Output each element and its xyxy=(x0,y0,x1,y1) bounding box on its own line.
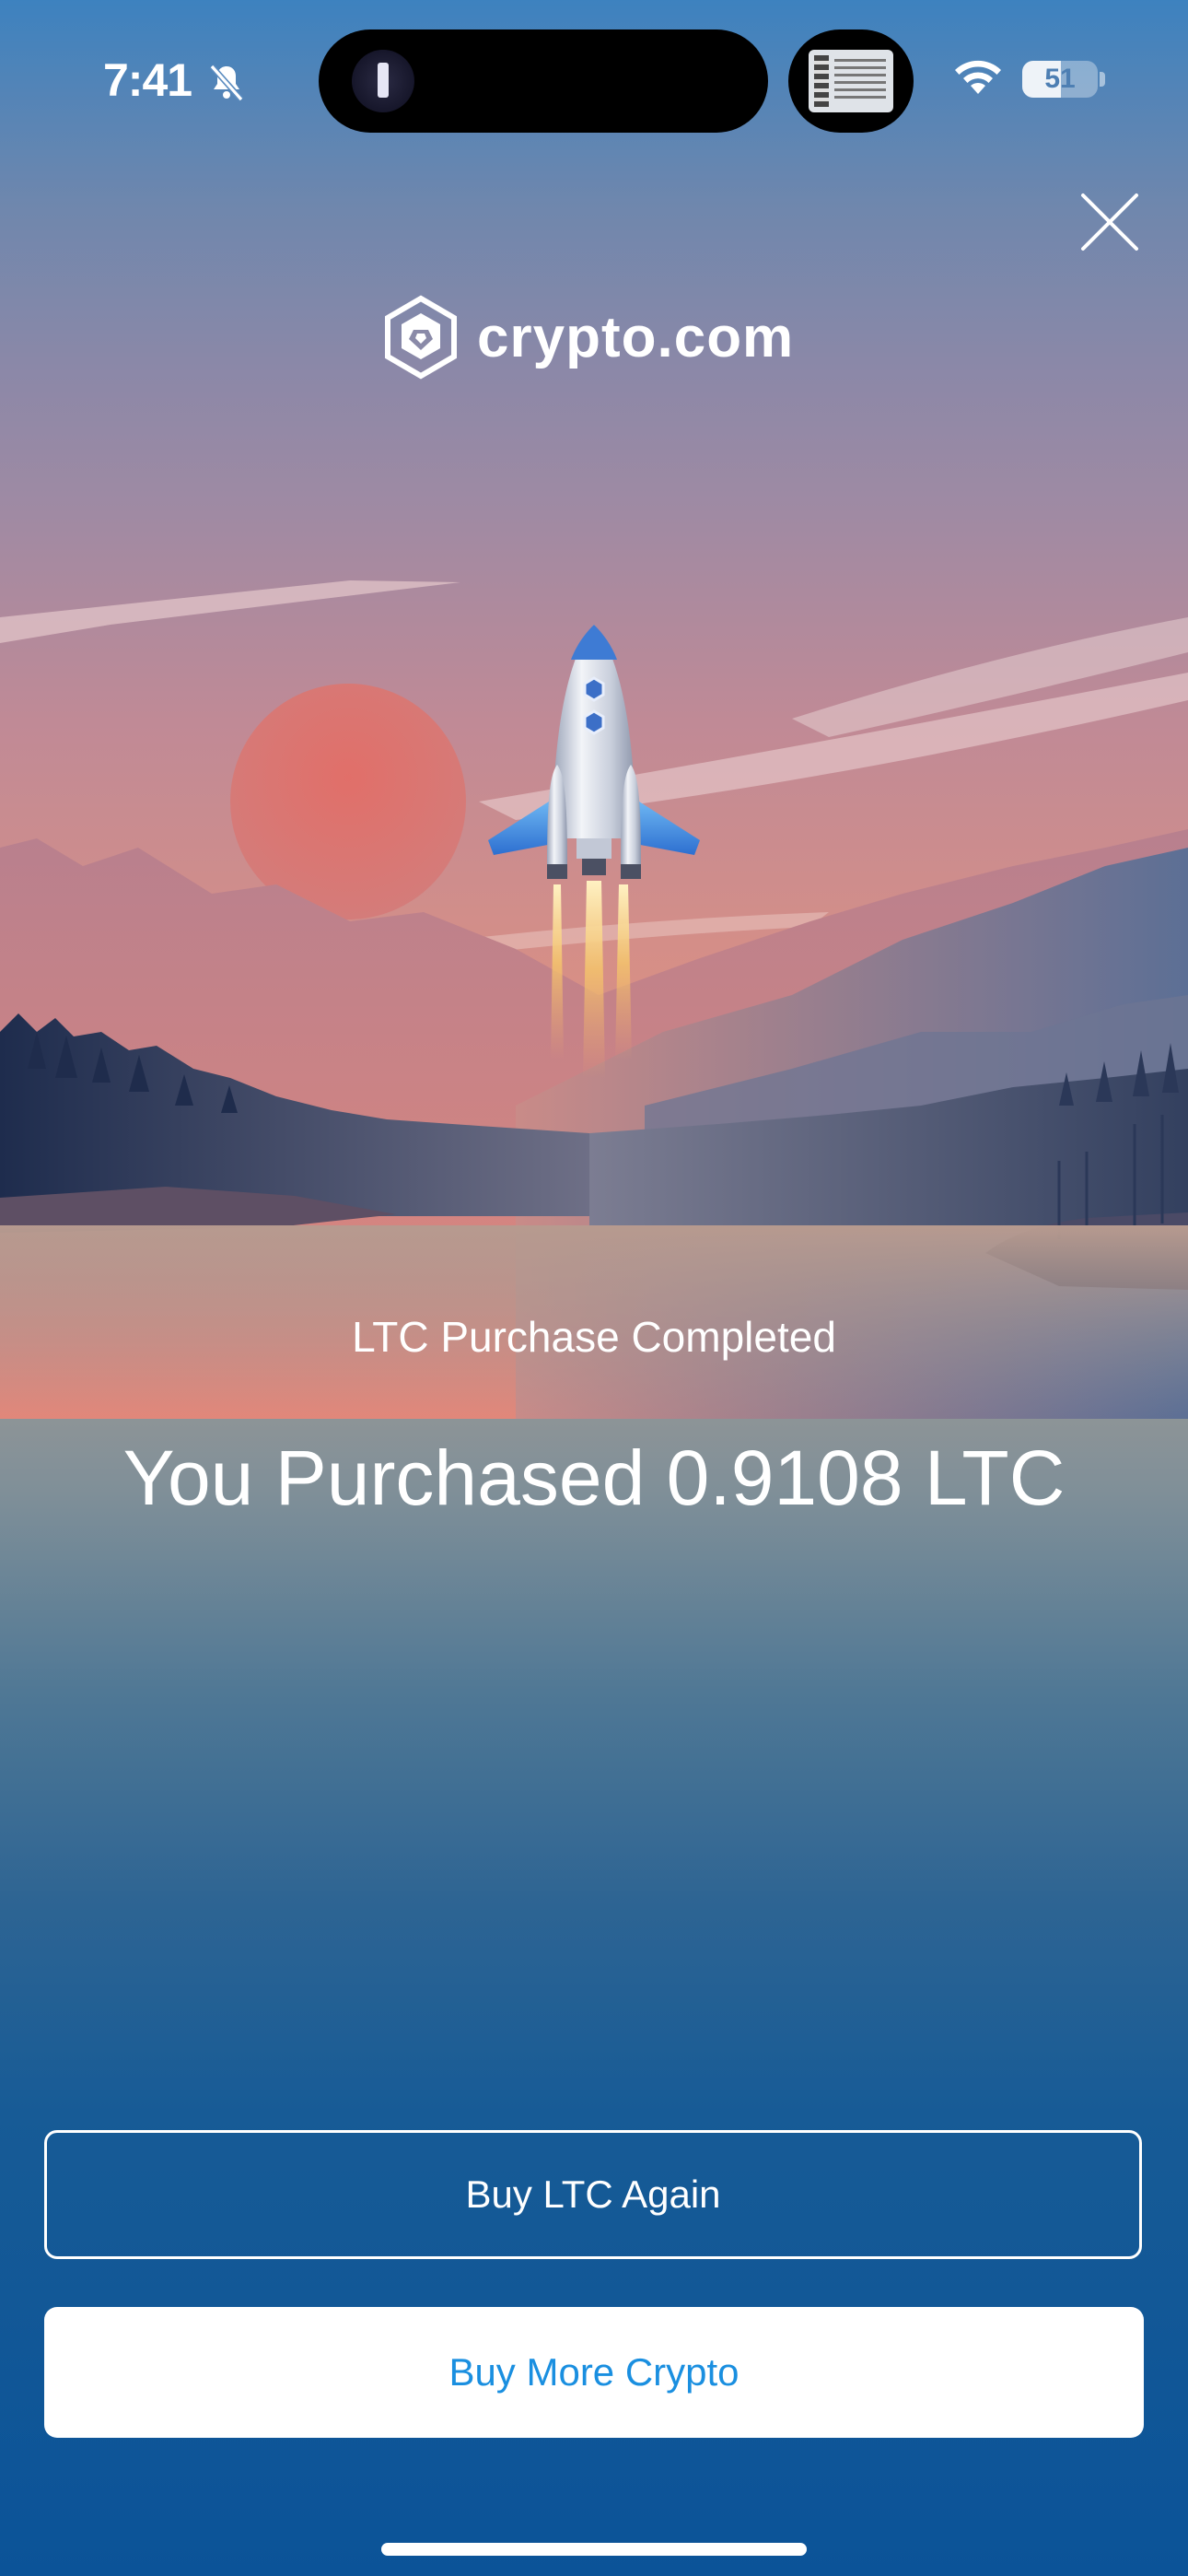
buy-more-crypto-button[interactable]: Buy More Crypto xyxy=(44,2307,1144,2438)
rocket-launch-illustration xyxy=(0,580,1188,1419)
document-thumbnail-icon xyxy=(809,50,893,112)
crypto-com-logo-icon xyxy=(385,295,457,380)
battery-icon: 51 xyxy=(1022,61,1098,98)
brand-logo: crypto.com xyxy=(383,295,794,380)
battery-nub xyxy=(1100,72,1105,87)
purchase-status-text: LTC Purchase Completed xyxy=(352,1313,836,1361)
dynamic-island xyxy=(319,29,768,133)
brand-name: crypto.com xyxy=(477,305,795,369)
wifi-icon xyxy=(955,60,1001,94)
home-indicator[interactable] xyxy=(381,2543,807,2556)
flashlight-icon xyxy=(352,50,414,112)
buy-again-button[interactable]: Buy LTC Again xyxy=(44,2130,1142,2259)
live-activity-thumbnail xyxy=(788,29,914,133)
close-icon[interactable] xyxy=(1077,190,1142,254)
purchase-amount-headline: You Purchased 0.9108 LTC xyxy=(122,1434,1066,1521)
status-time: 7:41 xyxy=(103,54,192,106)
bell-off-icon xyxy=(209,64,244,102)
battery-level: 51 xyxy=(1044,64,1076,94)
